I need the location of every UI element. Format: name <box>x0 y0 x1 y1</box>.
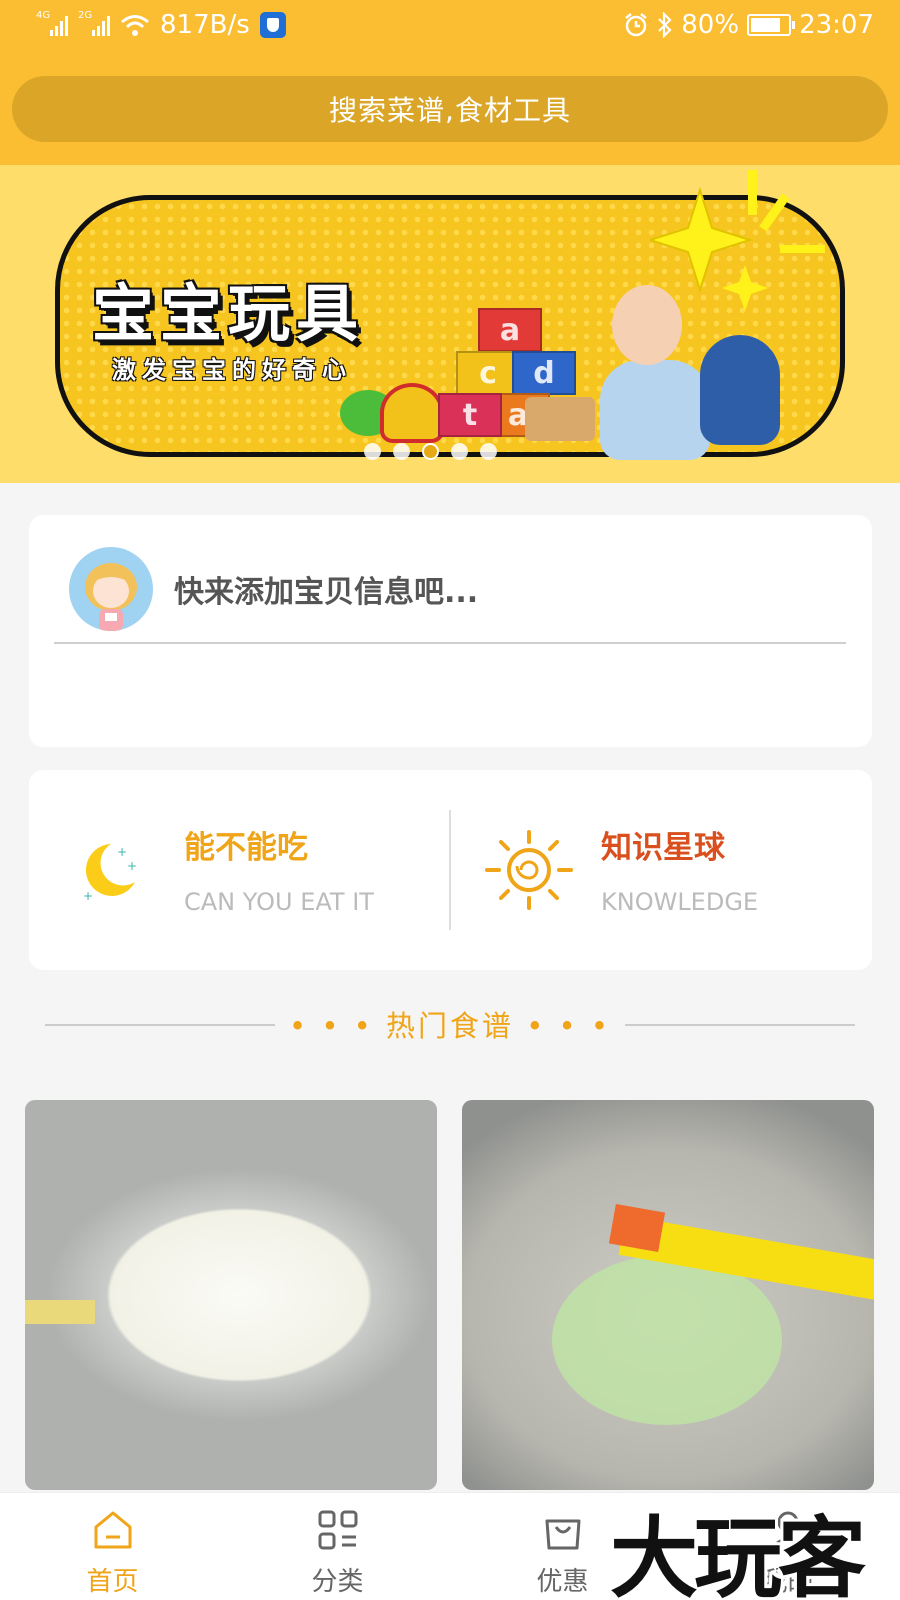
clock: 23:07 <box>799 10 874 40</box>
toy-block: t <box>438 393 502 437</box>
promo-banner[interactable]: 宝宝玩具 激发宝宝的好奇心 a c d a t <box>0 165 900 483</box>
banner-subtitle: 激发宝宝的好奇心 <box>112 356 352 384</box>
wifi-icon <box>121 15 149 36</box>
section-title: • • • 热门食谱 • • • <box>289 1009 611 1043</box>
hot-recipes-header: • • • 热门食谱 • • • <box>45 995 855 1055</box>
alarm-icon <box>625 13 648 37</box>
svg-text:+: + <box>83 889 93 902</box>
feature-title: 知识星球 <box>601 830 725 866</box>
toy-turtle-shell <box>380 383 444 443</box>
banner-title: 宝宝玩具 <box>92 277 365 350</box>
tab-category[interactable]: 分类 <box>225 1493 450 1600</box>
shopping-bag-icon <box>545 1519 581 1550</box>
watermark-logo: 大玩客 <box>610 1507 866 1600</box>
carousel-dot[interactable] <box>392 443 410 460</box>
toy-block: a <box>478 308 542 352</box>
svg-text:+: + <box>117 845 127 859</box>
search-bar[interactable]: 搜索菜谱,食材工具 <box>12 76 888 142</box>
toy-block: c <box>456 351 520 395</box>
svg-text:+: + <box>127 859 137 873</box>
sparkle-icon <box>650 170 825 311</box>
search-placeholder: 搜索菜谱,食材工具 <box>329 94 571 127</box>
baby-info-card[interactable]: 快来添加宝贝信息吧... <box>29 515 872 747</box>
sun-icon <box>485 830 573 910</box>
recipe-card-rice-porridge[interactable] <box>25 1100 437 1490</box>
toy-wooden-car <box>525 397 595 441</box>
recipe-photo <box>552 1255 782 1425</box>
carousel-dot[interactable] <box>479 443 497 460</box>
signal-2g-icon: 2G <box>78 10 110 36</box>
feature-knowledge[interactable]: 知识星球 KNOWLEDGE <box>451 770 872 970</box>
feature-subtitle: KNOWLEDGE <box>601 888 759 916</box>
baby-avatar[interactable] <box>69 547 153 631</box>
header: 4G 2G 817B/s 80% 23:07 搜索菜谱,食材工具 <box>0 0 900 165</box>
home-icon <box>94 1511 132 1549</box>
recipe-photo-spoon-tip <box>608 1203 666 1253</box>
divider <box>54 642 846 644</box>
toy-plush <box>700 335 780 445</box>
carousel-dot[interactable] <box>450 443 468 460</box>
feature-title: 能不能吃 <box>184 830 308 866</box>
recipe-card-vegetable-puree[interactable] <box>462 1100 874 1490</box>
bluetooth-icon <box>658 12 672 38</box>
signal-4g-icon: 4G <box>36 10 68 36</box>
feature-can-you-eat[interactable]: + + + 能不能吃 CAN YOU EAT IT <box>29 770 449 970</box>
battery-percent: 80% <box>681 10 740 40</box>
tab-label: 分类 <box>311 1567 364 1597</box>
battery-icon <box>747 14 796 36</box>
network-speed: 817B/s <box>160 10 250 40</box>
category-icon <box>318 1510 358 1550</box>
tab-label: 首页 <box>86 1567 139 1597</box>
battery-fill <box>751 18 781 32</box>
shield-icon <box>259 12 286 38</box>
recipe-photo <box>25 1300 95 1324</box>
baby-photo-head <box>612 285 682 365</box>
feature-subtitle: CAN YOU EAT IT <box>184 888 374 916</box>
carousel-dots[interactable] <box>0 443 880 460</box>
tab-home[interactable]: 首页 <box>0 1493 225 1600</box>
carousel-dot[interactable] <box>363 443 381 460</box>
carousel-dot[interactable] <box>421 443 439 460</box>
features-card: + + + 能不能吃 CAN YOU EAT IT 知识星球 KNOWLEDGE <box>29 770 872 970</box>
toy-block: d <box>512 351 576 395</box>
add-baby-prompt[interactable]: 快来添加宝贝信息吧... <box>174 567 478 611</box>
girl-avatar-icon <box>85 563 137 631</box>
status-bar: 4G 2G 817B/s 80% 23:07 <box>0 0 900 52</box>
moon-icon: + + + <box>83 844 137 902</box>
